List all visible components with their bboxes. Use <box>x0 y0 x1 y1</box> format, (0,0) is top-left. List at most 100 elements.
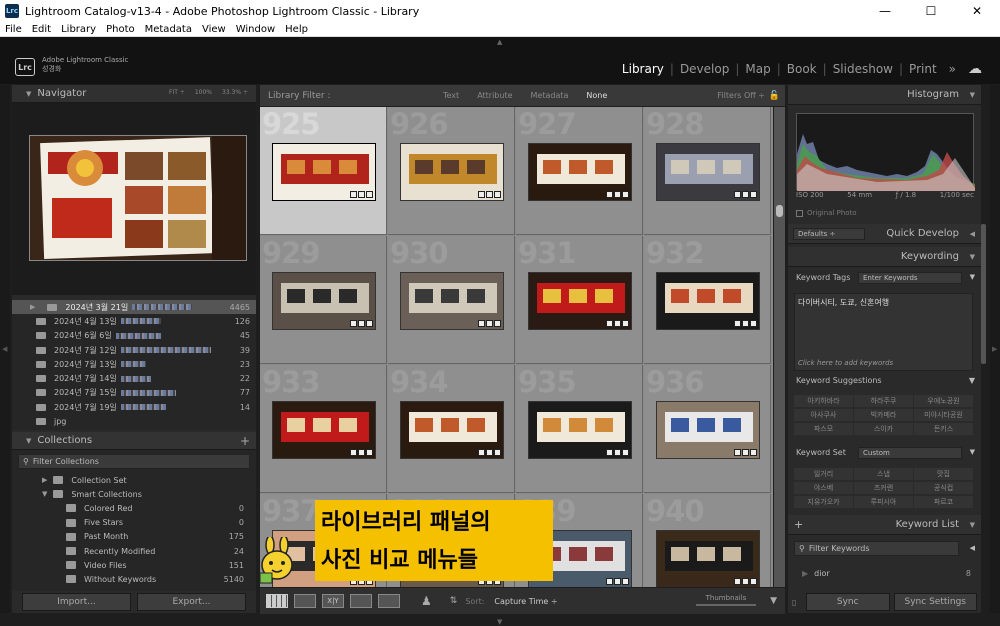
thumbnail-cell[interactable]: 926 <box>388 107 515 235</box>
photo-thumbnail[interactable] <box>272 143 376 201</box>
zoom-custom[interactable]: 33.3% ÷ <box>222 89 248 96</box>
folder-row[interactable]: 2024년 7월 12일 39 <box>12 343 256 357</box>
collection-row[interactable]: Colored Red 0 <box>12 501 256 515</box>
module-book[interactable]: Book <box>781 62 823 76</box>
collection-row[interactable]: Video Files 151 <box>12 558 256 572</box>
keyword-list-header[interactable]: + Keyword List ▼ <box>788 515 981 535</box>
filters-off-dropdown[interactable]: Filters Off ÷ <box>717 91 765 100</box>
collection-row[interactable]: Five Stars 0 <box>12 516 256 530</box>
folder-row[interactable]: 2024년 7월 15일 77 <box>12 386 256 400</box>
menu-library[interactable]: Library <box>56 24 101 35</box>
menu-file[interactable]: File <box>0 24 27 35</box>
module-library[interactable]: Library <box>616 62 670 76</box>
collection-row[interactable]: Recently Modified 24 <box>12 544 256 558</box>
more-modules-icon[interactable]: » <box>943 62 962 76</box>
menu-photo[interactable]: Photo <box>101 24 140 35</box>
photo-thumbnail[interactable] <box>656 530 760 587</box>
folder-row[interactable]: 2024년 7월 14일 22 <box>12 371 256 385</box>
module-slideshow[interactable]: Slideshow <box>827 62 899 76</box>
grid-scrollbar[interactable] <box>774 107 785 587</box>
keyword-chip[interactable]: 즈커렌 <box>854 482 913 494</box>
right-panel-scrollbar[interactable] <box>981 224 986 364</box>
photo-thumbnail[interactable] <box>400 401 504 459</box>
sync-toggle-icon[interactable]: ▯ <box>792 593 802 611</box>
quick-develop-header[interactable]: Defaults ÷ Quick Develop ◀ <box>788 224 981 244</box>
sync-settings-button[interactable]: Sync Settings <box>893 593 977 611</box>
dropdown-triangle-icon[interactable]: ▼ <box>970 448 975 456</box>
keyword-chip[interactable]: 야스베 <box>794 482 853 494</box>
photo-thumbnail[interactable] <box>528 401 632 459</box>
keyword-chip[interactable]: 돈키스 <box>914 423 973 435</box>
folder-row[interactable]: ▶ 2024년 3월 21일 4465 <box>12 300 256 315</box>
import-button[interactable]: Import... <box>22 593 131 611</box>
thumbnail-cell[interactable]: 936 <box>644 365 771 493</box>
add-collection-icon[interactable]: + <box>240 434 250 448</box>
keyword-chip[interactable]: 공식컵 <box>914 482 973 494</box>
thumbnail-cell[interactable]: 930 <box>388 236 515 364</box>
defaults-dropdown[interactable]: Defaults ÷ <box>793 227 865 240</box>
filter-keywords-input[interactable]: ⚲ Filter Keywords <box>794 541 959 556</box>
keyword-chip[interactable]: 하라주쿠 <box>854 395 913 407</box>
keyword-chip[interactable]: 스이카 <box>854 423 913 435</box>
folder-row[interactable]: jpg <box>12 414 256 428</box>
menu-edit[interactable]: Edit <box>27 24 56 35</box>
dropdown-triangle-icon[interactable]: ▼ <box>970 273 975 281</box>
minimize-button[interactable]: — <box>862 0 908 22</box>
top-panel-toggle-icon[interactable]: ▲ <box>497 38 502 46</box>
thumbnail-cell[interactable]: 929 <box>260 236 387 364</box>
keywords-textarea[interactable]: 다이버시티, 도쿄, 신혼여행 Click here to add keywor… <box>794 293 973 371</box>
thumbnail-cell[interactable]: 935 <box>516 365 643 493</box>
folder-row[interactable]: 2024년 6월 6일 45 <box>12 329 256 343</box>
toolbar-menu-icon[interactable]: ▼ <box>770 596 777 606</box>
people-view-icon[interactable] <box>378 594 400 608</box>
filter-text[interactable]: Text <box>443 91 459 100</box>
sort-direction-icon[interactable]: ⇅ <box>450 596 458 606</box>
keyword-chip[interactable]: 우에노공원 <box>914 395 973 407</box>
keyword-chip[interactable]: 맛집 <box>914 468 973 480</box>
keyword-chip[interactable]: 아키하바라 <box>794 395 853 407</box>
filter-menu-icon[interactable]: ◀ <box>970 544 975 552</box>
keyword-chip[interactable]: 루피시아 <box>854 496 913 508</box>
keyword-set-dropdown[interactable]: Custom <box>858 447 962 459</box>
compare-view-icon[interactable]: X|Y <box>322 594 344 608</box>
filter-attribute[interactable]: Attribute <box>477 91 512 100</box>
folder-row[interactable]: 2024년 7월 13일 23 <box>12 357 256 371</box>
keywording-header[interactable]: Keywording ▼ <box>788 247 981 267</box>
module-print[interactable]: Print <box>903 62 943 76</box>
right-panel-toggle-icon[interactable]: ▶ <box>992 345 997 353</box>
menu-window[interactable]: Window <box>231 24 280 35</box>
keyword-tags-dropdown[interactable]: Enter Keywords <box>858 272 962 284</box>
thumbnail-cell[interactable]: 927 <box>516 107 643 235</box>
thumbnail-cell[interactable]: 933 <box>260 365 387 493</box>
keyword-chip[interactable]: 미야시타공원 <box>914 409 973 421</box>
bottom-panel-toggle-icon[interactable]: ▼ <box>497 618 502 626</box>
photo-thumbnail[interactable] <box>272 401 376 459</box>
keyword-chip[interactable]: 파르코 <box>914 496 973 508</box>
thumbnail-cell[interactable]: 932 <box>644 236 771 364</box>
collection-row[interactable]: Past Month 175 <box>12 530 256 544</box>
photo-thumbnail[interactable] <box>528 272 632 330</box>
lock-icon[interactable]: 🔓 <box>769 91 780 101</box>
loupe-view-icon[interactable] <box>294 594 316 608</box>
keyword-chip[interactable]: 파스모 <box>794 423 853 435</box>
histogram-header[interactable]: Histogram ▼ <box>788 85 981 105</box>
keyword-chip[interactable]: 일거리 <box>794 468 853 480</box>
folder-row[interactable]: 2024년 4월 13일 126 <box>12 314 256 328</box>
thumbnail-cell[interactable]: 940 <box>644 494 771 587</box>
thumbnail-cell[interactable]: 925 <box>260 107 387 235</box>
original-photo-checkbox[interactable]: Original Photo <box>796 209 857 217</box>
photo-thumbnail[interactable] <box>528 143 632 201</box>
filter-none[interactable]: None <box>586 91 607 100</box>
photo-thumbnail[interactable] <box>656 272 760 330</box>
zoom-100[interactable]: 100% <box>195 89 212 96</box>
collection-row[interactable]: Without Keywords 5140 <box>12 572 256 586</box>
folder-row[interactable]: 2024년 7월 19일 14 <box>12 400 256 414</box>
keyword-chip[interactable]: 빅카메라 <box>854 409 913 421</box>
painter-icon[interactable]: ♟ <box>421 594 432 608</box>
left-panel-toggle-icon[interactable]: ◀ <box>2 345 7 353</box>
photo-thumbnail[interactable] <box>400 272 504 330</box>
module-map[interactable]: Map <box>739 62 776 76</box>
menu-view[interactable]: View <box>197 24 231 35</box>
collection-row[interactable]: ▼ Smart Collections <box>12 487 256 501</box>
sort-dropdown[interactable]: Capture Time ÷ <box>494 597 557 606</box>
